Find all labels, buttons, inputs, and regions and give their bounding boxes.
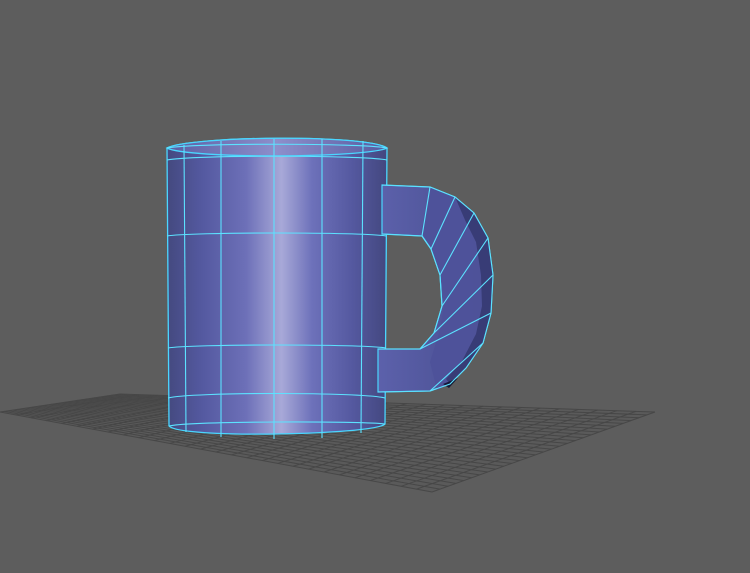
scene-render — [0, 137, 656, 493]
mug-mesh[interactable] — [165, 137, 494, 439]
3d-viewport[interactable]: mug — [0, 0, 750, 573]
